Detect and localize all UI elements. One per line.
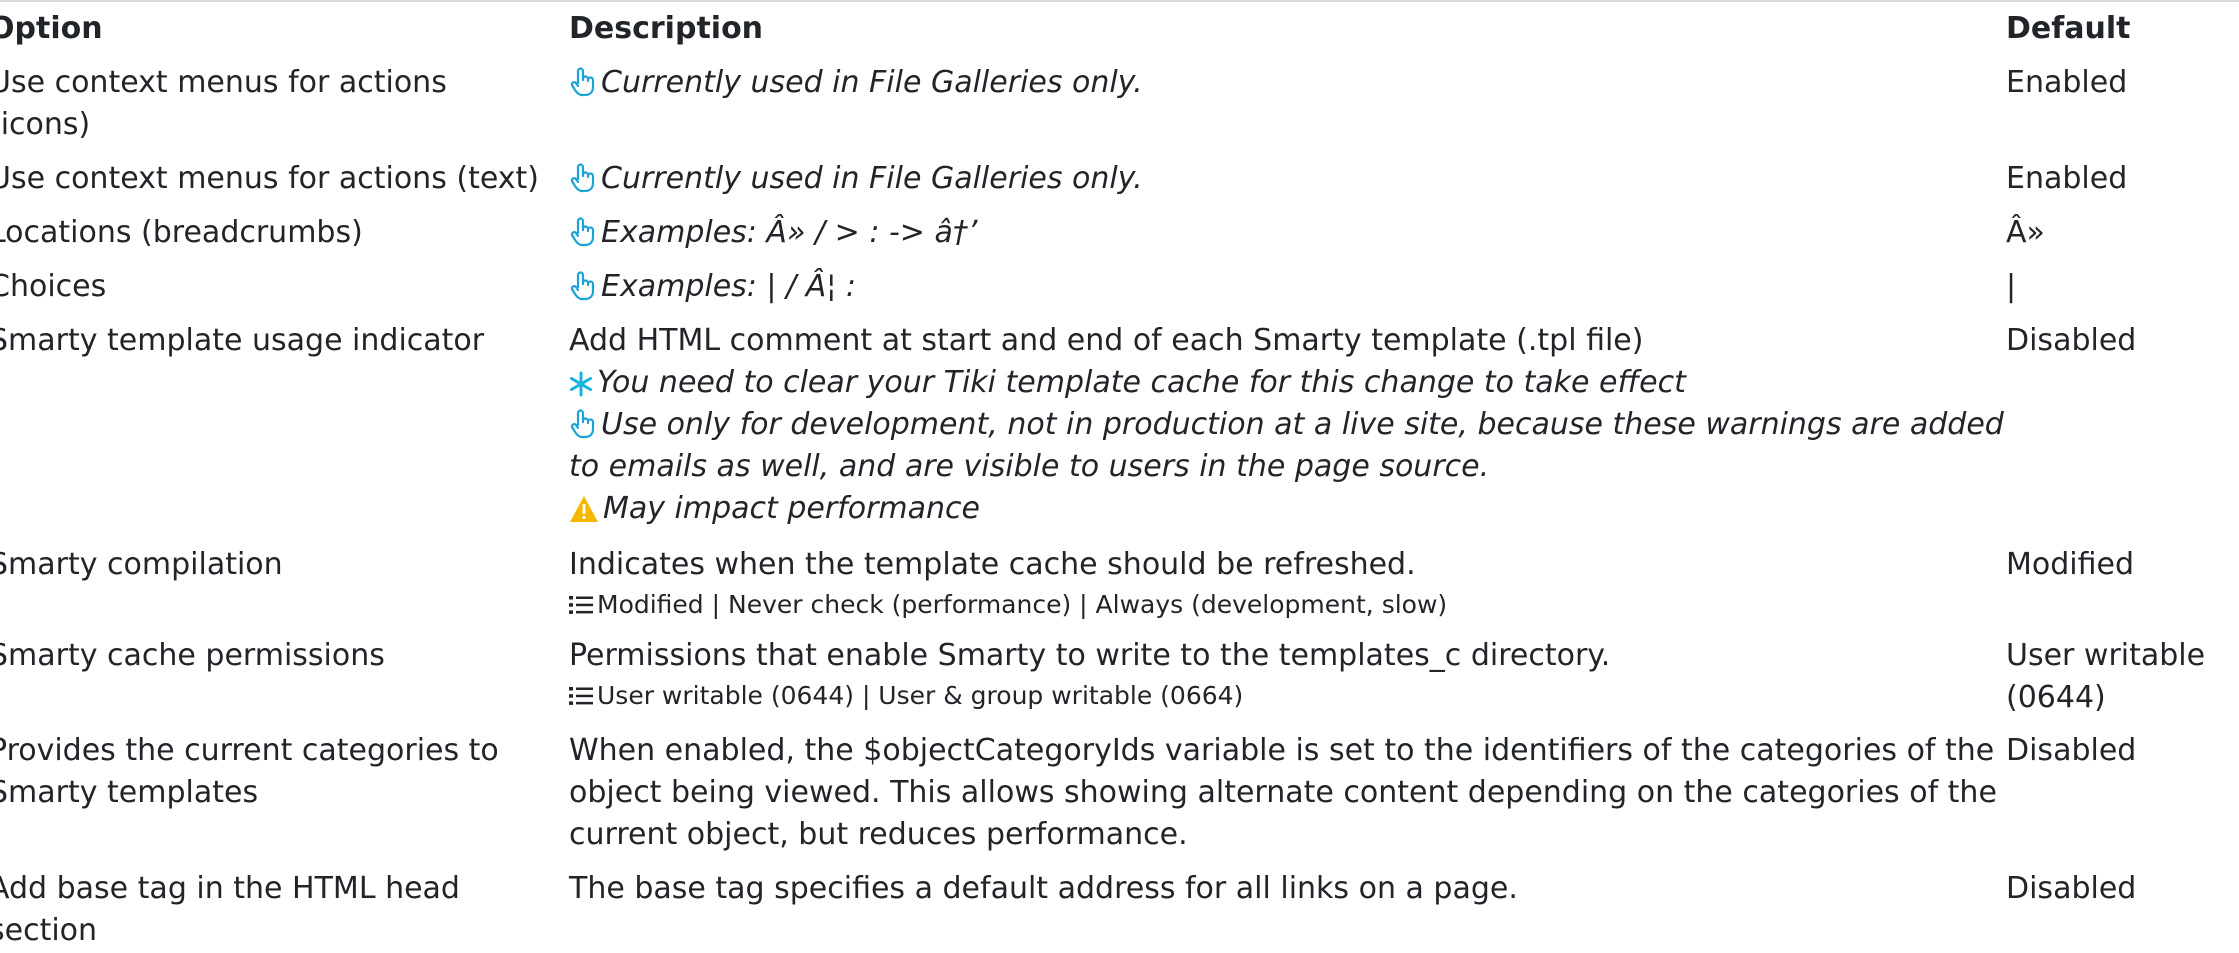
tip-text: Currently used in File Galleries only. [569,62,1143,104]
default-value: Disabled [2006,871,2137,906]
header-option: Option [0,11,103,46]
option-locations-breadcrumbs: Locations (breadcrumbs) [0,215,363,250]
option-choices: Choices [0,269,107,304]
description-text-line2: object being viewed. This allows showing… [569,775,1997,810]
tip-text: Currently used in File Galleries only. [569,158,1143,200]
default-value: Modified [2006,547,2135,582]
cache-warning-text: You need to clear your Tiki template cac… [569,362,1686,404]
tip-text: Use only for development, not in product… [569,404,2004,446]
option-context-menus-icons: Use context menus for actions [0,65,447,100]
option-categories-to-smarty-line2: Smarty templates [0,775,259,810]
option-smarty-usage-indicator: Smarty template usage indicator [0,323,485,358]
option-base-tag: Add base tag in the HTML head [0,871,460,906]
choices-list: User writable (0644) | User & group writ… [569,679,1243,713]
tip-text: Examples: Â» / > : -> â†’ [569,212,977,254]
performance-warning: May impact performance [569,488,980,530]
option-context-menus-text: Use context menus for actions (text) [0,161,539,196]
default-value: | [2006,269,2017,304]
pointing-hand-icon [570,271,595,301]
option-context-menus-icons-line2: (icons) [0,107,91,142]
default-value-line2: (0644) [2006,680,2106,715]
pointing-hand-icon [570,217,595,247]
choices-list: Modified | Never check (performance) | A… [569,588,1447,622]
option-categories-to-smarty: Provides the current categories to [0,733,499,768]
description-text-line3: current object, but reduces performance. [569,817,1188,852]
list-icon [569,687,593,705]
asterisk-icon [570,371,592,397]
pointing-hand-icon [570,409,595,439]
tip-text: Examples: | / Â¦ : [569,266,856,308]
pointing-hand-icon [570,163,595,193]
description-text: Permissions that enable Smarty to write … [569,638,1611,673]
top-border [0,0,2239,2]
default-value: Disabled [2006,733,2137,768]
option-smarty-cache-permissions: Smarty cache permissions [0,638,385,673]
description-text: The base tag specifies a default address… [569,871,1518,906]
warning-triangle-icon [570,496,598,522]
default-value: Enabled [2006,65,2128,100]
header-description: Description [569,11,764,46]
list-icon [569,596,593,614]
default-value: User writable [2006,638,2206,673]
default-value: Disabled [2006,323,2137,358]
option-smarty-compilation: Smarty compilation [0,547,283,582]
description-text: Indicates when the template cache should… [569,547,1416,582]
default-value: Enabled [2006,161,2128,196]
header-default: Default [2006,11,2131,46]
description-text: When enabled, the $objectCategoryIds var… [569,733,1995,768]
tip-text-line2: to emails as well, and are visible to us… [569,449,1490,484]
default-value: Â» [2006,215,2045,250]
option-base-tag-line2: section [0,913,98,948]
pointing-hand-icon [570,67,595,97]
description-text: Add HTML comment at start and end of eac… [569,323,1644,358]
